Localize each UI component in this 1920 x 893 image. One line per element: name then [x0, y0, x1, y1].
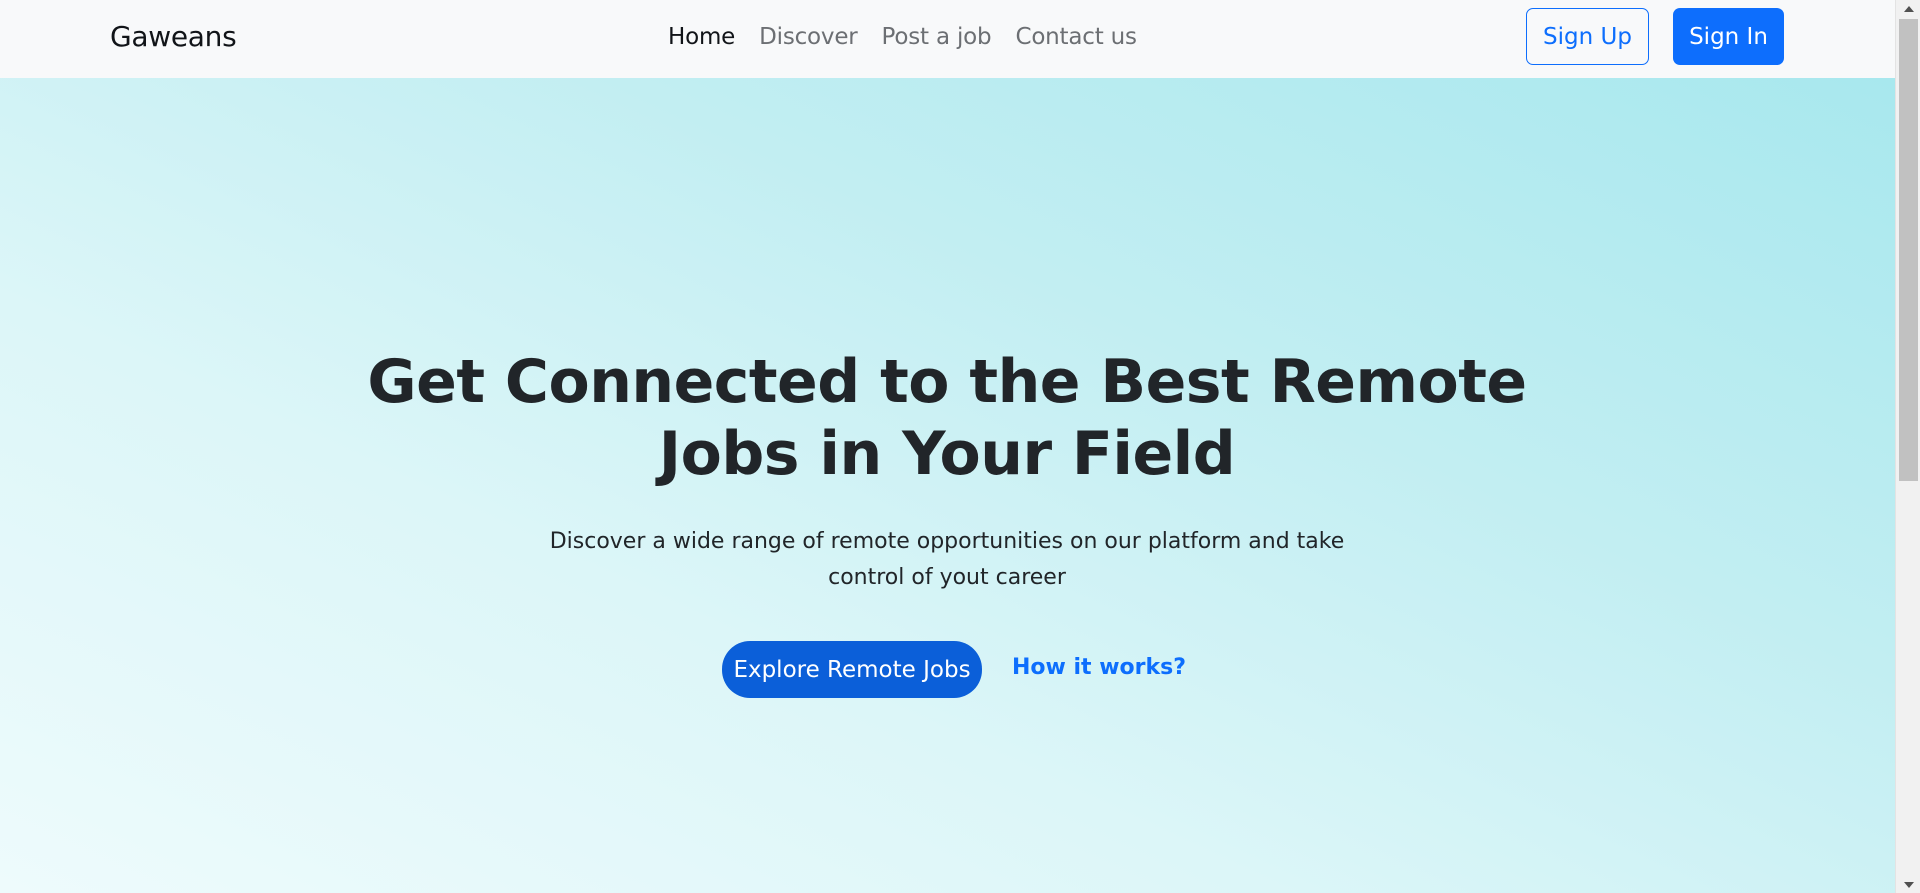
vertical-scrollbar[interactable]: [1895, 0, 1920, 893]
scroll-up-button[interactable]: [1896, 0, 1920, 17]
hero-section: Get Connected to the Best Remote Jobs in…: [0, 78, 1895, 893]
nav-link-home[interactable]: Home: [668, 20, 735, 54]
triangle-up-icon: [1903, 5, 1914, 12]
hero-subtitle: Discover a wide range of remote opportun…: [549, 529, 1345, 590]
scrollbar-thumb[interactable]: [1899, 19, 1918, 481]
nav-link-contact-us[interactable]: Contact us: [1015, 20, 1137, 54]
browser-viewport: Gaweans Home Discover Post a job Contact…: [0, 0, 1920, 893]
sign-up-button[interactable]: Sign Up: [1526, 8, 1649, 65]
triangle-down-icon: [1903, 881, 1914, 888]
nav-link-discover[interactable]: Discover: [759, 20, 858, 54]
top-navbar: Gaweans Home Discover Post a job Contact…: [0, 0, 1895, 78]
how-it-works-link[interactable]: How it works?: [1012, 652, 1186, 684]
hero-title: Get Connected to the Best Remote Jobs in…: [367, 347, 1527, 489]
nav-links: Home Discover Post a job Contact us: [668, 20, 1161, 54]
brand-logo-link[interactable]: Gaweans: [110, 19, 237, 55]
scroll-down-button[interactable]: [1896, 876, 1920, 893]
nav-link-post-a-job[interactable]: Post a job: [882, 20, 992, 54]
sign-in-button[interactable]: Sign In: [1673, 8, 1784, 65]
explore-remote-jobs-button[interactable]: Explore Remote Jobs: [722, 641, 982, 698]
page-content: Gaweans Home Discover Post a job Contact…: [0, 0, 1895, 893]
